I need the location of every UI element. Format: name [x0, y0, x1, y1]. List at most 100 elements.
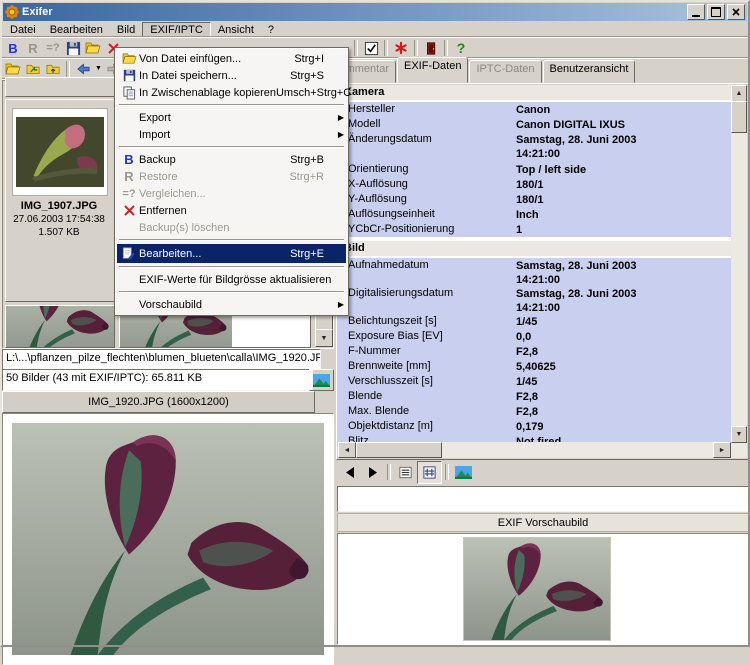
- exif-row: ÄnderungsdatumSamstag, 28. Juni 2003 14:…: [338, 132, 731, 160]
- menu-item-shortcut: Umsch+Strg+C: [276, 87, 363, 99]
- thumbnail-image-img-1907: [16, 117, 104, 187]
- app-icon: [5, 5, 19, 19]
- open-folder-button[interactable]: [3, 59, 23, 78]
- save-button[interactable]: [63, 39, 83, 58]
- wizard-button[interactable]: [391, 39, 411, 58]
- exif-value: Samstag, 28. Juni 2003 14:21:00: [516, 286, 636, 314]
- menu-item-in-zwischenablage-kopieren[interactable]: In Zwischenablage kopieren Umsch+Strg+C: [117, 84, 346, 101]
- menu-item-import[interactable]: Import ▶: [117, 126, 346, 143]
- thumbnail-image: [6, 305, 114, 348]
- previous-image-button[interactable]: [338, 462, 361, 483]
- tab-label: Benutzeransicht: [550, 63, 629, 75]
- compare-button[interactable]: =?: [43, 39, 63, 58]
- list-view-button[interactable]: [394, 462, 417, 483]
- help-button[interactable]: ?: [451, 39, 471, 58]
- menu-item-label: Backup: [139, 154, 290, 166]
- exif-preview-panel: [337, 533, 749, 645]
- exif-value: F2,8: [516, 344, 538, 359]
- menu-item-restore[interactable]: R Restore Strg+R: [117, 168, 346, 185]
- exif-row: AuflösungseinheitInch: [338, 207, 731, 222]
- back-button[interactable]: [73, 59, 93, 78]
- backup-button[interactable]: B: [3, 39, 23, 58]
- image-icon: [313, 374, 330, 387]
- menubar-item-bild[interactable]: Bild: [110, 23, 142, 37]
- thumbnail-cell-selected[interactable]: IMG_1907.JPG 27.06.2003 17:54:38 1.507 K…: [5, 99, 115, 302]
- viewer-title: IMG_1920.JPG (1600x1200): [88, 396, 229, 408]
- menubar-item-help[interactable]: ?: [261, 23, 281, 37]
- menubar-item-datei[interactable]: Datei: [3, 23, 43, 37]
- scroll-right-button[interactable]: ►: [713, 442, 731, 458]
- scroll-left-button[interactable]: ◄: [338, 442, 356, 458]
- menu-item-label: Export: [139, 112, 336, 124]
- folder-up-icon: [46, 62, 61, 76]
- scroll-thumb[interactable]: [356, 442, 442, 458]
- detail-view-button[interactable]: [417, 461, 442, 484]
- maximize-button[interactable]: [707, 4, 725, 20]
- thumbnail-date: 27.06.2003 17:54:38: [6, 213, 112, 226]
- back-dropdown-button[interactable]: ▼: [93, 65, 104, 72]
- tab-exif-daten[interactable]: EXIF-Daten: [397, 57, 468, 83]
- exif-vertical-scrollbar[interactable]: ▲ ▼: [731, 85, 747, 458]
- menu-item-bearbeiten[interactable]: Bearbeiten... Strg+E: [117, 244, 346, 263]
- exif-label: Blitz: [338, 434, 516, 442]
- menubar-item-bearbeiten[interactable]: Bearbeiten: [43, 23, 110, 37]
- folder-up-button[interactable]: [43, 59, 63, 78]
- tab-label: IPTC-Daten: [476, 63, 534, 75]
- thumbnail-cell[interactable]: [5, 305, 115, 348]
- menu-item-in-datei-speichern[interactable]: In Datei speichern... Strg+S: [117, 67, 346, 84]
- exif-label: Änderungsdatum: [338, 132, 516, 160]
- thumbnail-cell-partial[interactable]: [5, 77, 115, 97]
- minimize-icon: [692, 7, 700, 17]
- refresh-folder-button[interactable]: [23, 59, 43, 78]
- menu-item-label: Bearbeiten...: [139, 248, 290, 260]
- minimize-button[interactable]: [687, 4, 705, 20]
- open-button[interactable]: [83, 39, 103, 58]
- scroll-track[interactable]: [442, 442, 713, 458]
- options-check-button[interactable]: [361, 39, 381, 58]
- menu-item-vorschaubild[interactable]: Vorschaubild ▶: [117, 296, 346, 313]
- next-image-button[interactable]: [361, 462, 384, 483]
- folder-open-icon: [119, 51, 139, 66]
- exif-preview-image-frame: [463, 537, 611, 641]
- preview-toggle-button[interactable]: [452, 462, 475, 483]
- section-header-bild: Bild: [338, 241, 731, 258]
- menu-item-entfernen[interactable]: Entfernen: [117, 202, 346, 219]
- menu-item-label: Import: [139, 129, 336, 141]
- menu-item-vergleichen[interactable]: =? Vergleichen...: [117, 185, 346, 202]
- exif-value: 1: [516, 222, 522, 237]
- close-button[interactable]: [727, 4, 745, 20]
- view-mode-button[interactable]: [309, 369, 334, 391]
- menu-item-label: Vorschaubild: [139, 299, 336, 311]
- scroll-thumb[interactable]: [731, 101, 747, 133]
- menu-item-label: Vergleichen...: [139, 188, 336, 200]
- exit-button[interactable]: [421, 39, 441, 58]
- scroll-down-button[interactable]: ▼: [731, 426, 747, 443]
- restore-button[interactable]: R: [23, 39, 43, 58]
- exit-door-icon: [425, 41, 438, 56]
- tab-iptc-daten[interactable]: IPTC-Daten: [469, 60, 541, 83]
- exif-data-panel: Kamera HerstellerCanon ModellCanon DIGIT…: [336, 83, 749, 460]
- exif-label: Hersteller: [338, 102, 516, 117]
- folder-open-icon: [5, 62, 21, 76]
- tab-benutzeransicht[interactable]: Benutzeransicht: [543, 60, 636, 83]
- menu-item-von-datei-einfuegen[interactable]: Von Datei einfügen... Strg+I: [117, 50, 346, 67]
- toolbar-separator: [444, 40, 448, 56]
- menu-separator: [119, 104, 344, 106]
- menu-item-exif-werte-aktualisieren[interactable]: EXIF-Werte für Bildgrösse aktualisieren: [117, 271, 346, 288]
- menu-item-backup[interactable]: B Backup Strg+B: [117, 151, 346, 168]
- scroll-down-button[interactable]: ▼: [315, 329, 333, 347]
- menubar-item-ansicht[interactable]: Ansicht: [211, 23, 261, 37]
- section-header-kamera: Kamera: [338, 85, 731, 102]
- exif-label: Orientierung: [338, 162, 516, 177]
- edit-icon: [119, 246, 139, 261]
- exif-horizontal-scrollbar[interactable]: ◄ ►: [338, 442, 731, 458]
- exif-value: F2,8: [516, 404, 538, 419]
- scroll-up-button[interactable]: ▲: [731, 85, 747, 102]
- exif-value: 0,179: [516, 419, 544, 434]
- exif-label: Y-Auflösung: [338, 192, 516, 207]
- menu-item-backups-loeschen[interactable]: Backup(s) löschen: [117, 219, 346, 236]
- menu-item-export[interactable]: Export ▶: [117, 109, 346, 126]
- image-viewer: [2, 413, 334, 665]
- menu-item-shortcut: Strg+S: [290, 70, 336, 82]
- maximize-icon: [711, 7, 721, 17]
